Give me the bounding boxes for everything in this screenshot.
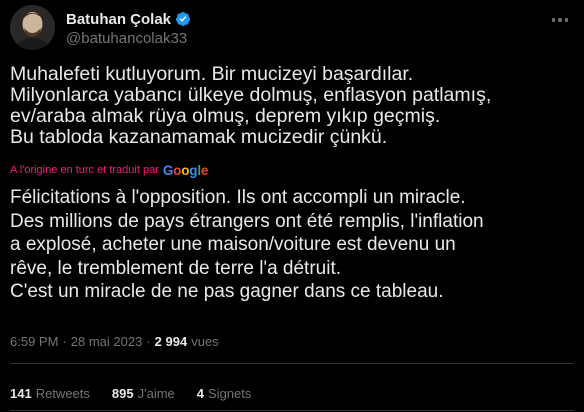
- more-dot: [551, 18, 556, 22]
- more-dot: [558, 18, 562, 22]
- meta-separator: ·: [146, 334, 151, 349]
- meta-separator: ·: [62, 334, 67, 349]
- google-logo-icon: Google: [162, 162, 209, 178]
- likes-label: J'aime: [137, 386, 175, 401]
- views-label: vues: [191, 334, 219, 349]
- more-dot: [564, 18, 569, 22]
- bookmarks-stat[interactable]: 4 Signets: [197, 386, 252, 401]
- bookmarks-label: Signets: [208, 386, 252, 401]
- translation-note: A l'origine en turc et traduit par Googl…: [10, 162, 208, 178]
- tweet-meta: 6:59 PM · 28 mai 2023 · 2 994 vues: [10, 334, 219, 349]
- divider: [10, 363, 574, 364]
- tweet-original-text: Muhalefeti kutluyorum. Bir mucizeyi başa…: [10, 63, 492, 148]
- retweets-count: 141: [10, 386, 32, 401]
- author-name-row: Batuhan Çolak: [66, 10, 191, 28]
- author-display-name[interactable]: Batuhan Çolak: [66, 11, 171, 28]
- avatar[interactable]: [10, 5, 55, 50]
- more-options-icon[interactable]: [548, 11, 572, 29]
- likes-stat[interactable]: 895 J'aime: [112, 386, 175, 401]
- tweet-time[interactable]: 6:59 PM: [10, 334, 58, 349]
- translation-label: A l'origine en turc et traduit par: [10, 164, 159, 176]
- tweet-header: Batuhan Çolak @batuhancolak33: [10, 5, 574, 51]
- divider-bottom: [10, 410, 574, 411]
- retweets-label: Retweets: [35, 386, 90, 401]
- tweet-translated-text: Félicitations à l'opposition. Ils ont ac…: [10, 187, 484, 302]
- verified-badge-icon: [175, 11, 191, 27]
- bookmarks-count: 4: [196, 386, 205, 401]
- retweets-stat[interactable]: 141 Retweets: [10, 386, 90, 401]
- views-count: 2 994: [154, 334, 188, 349]
- likes-count: 895: [111, 386, 134, 401]
- tweet-card: Batuhan Çolak @batuhancolak33 Muhalefeti…: [0, 0, 584, 412]
- tweet-date[interactable]: 28 mai 2023: [71, 334, 143, 349]
- tweet-stats: 141 Retweets 895 J'aime 4 Signets: [10, 386, 251, 401]
- author-handle[interactable]: @batuhancolak33: [66, 30, 187, 47]
